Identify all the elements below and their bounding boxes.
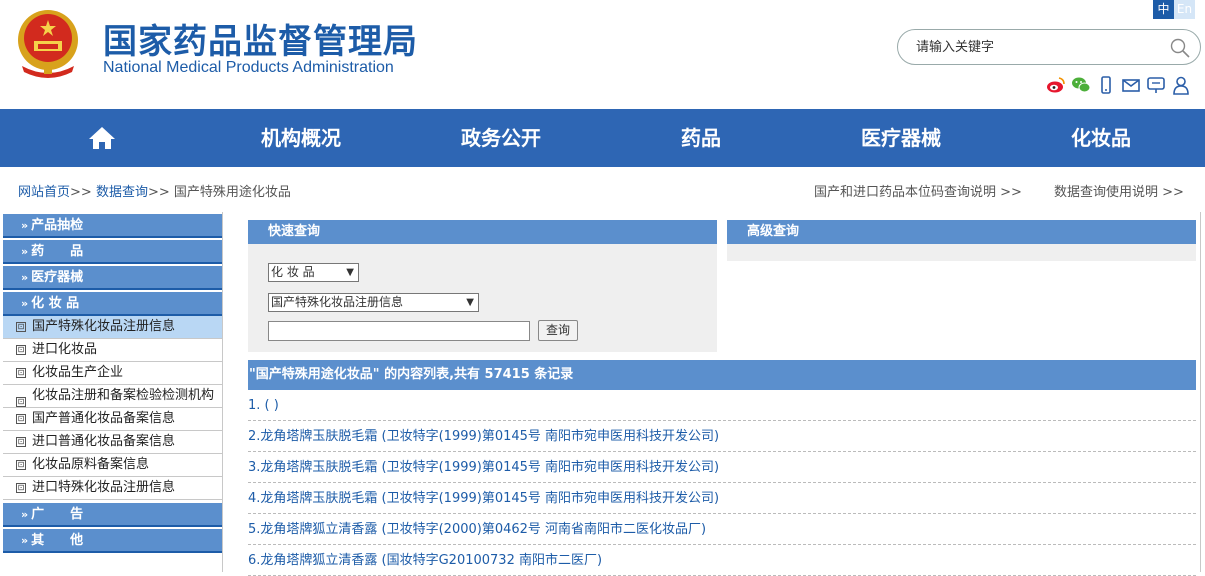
sidebar-item-label: 化妆品生产企业	[32, 365, 124, 380]
plus-box-icon: ⊡	[16, 345, 26, 355]
plus-box-icon: ⊡	[16, 368, 26, 378]
double-chevron-icon: »	[21, 219, 29, 232]
sidebar-cat-label: 医疗器械	[31, 270, 84, 285]
plus-box-icon: ⊡	[16, 483, 26, 493]
site-title-en: National Medical Products Administration	[103, 59, 394, 76]
plus-box-icon: ⊡	[16, 322, 26, 332]
sidebar-item-label: 国产普通化妆品备案信息	[32, 411, 176, 426]
advanced-query-panel	[727, 244, 1196, 261]
plus-box-icon: ⊡	[16, 397, 26, 407]
double-chevron-icon: »	[21, 245, 29, 258]
sidebar: » 产品抽检 » 药 品 » 医疗器械 » 化 妆 品 ⊡ 国产特殊化妆品注册信息 ⊡ 进口…	[3, 214, 222, 555]
double-chevron-icon: »	[21, 534, 29, 547]
database-select[interactable]: 国产特殊化妆品注册信息 ▼	[268, 293, 479, 312]
category-select-value: 化 妆 品	[271, 265, 315, 279]
usage-help-link[interactable]: 数据查询使用说明 >>	[1054, 181, 1184, 200]
sidebar-item-domestic-ordinary[interactable]: ⊡ 国产普通化妆品备案信息	[3, 408, 222, 431]
sidebar-cat-label: 产品抽检	[31, 218, 84, 233]
list-item[interactable]: 3.龙角塔牌玉肤脱毛霜 (卫妆特字(1999)第0145号 南阳市宛申医用科技开…	[248, 452, 1196, 483]
divider	[222, 212, 223, 572]
sidebar-item-label: 进口普通化妆品备案信息	[32, 434, 176, 449]
sidebar-cat-label: 化 妆 品	[31, 296, 80, 311]
national-emblem-icon	[18, 10, 78, 78]
list-item[interactable]: 5.龙角塔牌狐立清香露 (卫妆特字(2000)第0462号 河南省南阳市二医化妆…	[248, 514, 1196, 545]
sidebar-cat-label: 其 他	[31, 533, 84, 548]
breadcrumb-home[interactable]: 网站首页	[18, 185, 70, 200]
nav-item-cosmetics[interactable]: 化妆品	[1041, 109, 1161, 167]
chevron-down-icon: ▼	[346, 267, 354, 278]
list-item[interactable]: 2.龙角塔牌玉肤脱毛霜 (卫妆特字(1999)第0145号 南阳市宛申医用科技开…	[248, 421, 1196, 452]
quick-query-panel: 化 妆 品 ▼ 国产特殊化妆品注册信息 ▼ 查询	[248, 244, 717, 352]
breadcrumb-data-query[interactable]: 数据查询	[96, 185, 148, 200]
chat-icon[interactable]	[1146, 75, 1166, 95]
wechat-icon[interactable]	[1071, 75, 1091, 95]
home-icon[interactable]	[88, 126, 116, 150]
nav-item-drugs[interactable]: 药品	[641, 109, 761, 167]
site-title-cn: 国家药品监督管理局	[103, 22, 418, 62]
query-button[interactable]: 查询	[538, 320, 578, 341]
sidebar-item-label: 化妆品原料备案信息	[32, 457, 150, 472]
chevron-down-icon: ▼	[466, 297, 474, 308]
social-links	[1046, 75, 1191, 95]
category-select[interactable]: 化 妆 品 ▼	[268, 263, 359, 282]
lang-zh-button[interactable]: 中	[1153, 0, 1174, 19]
code-query-help-link[interactable]: 国产和进口药品本位码查询说明 >>	[814, 181, 1022, 200]
sidebar-cat-sampling[interactable]: » 产品抽检	[3, 214, 222, 238]
sidebar-item-imported-special[interactable]: ⊡ 进口特殊化妆品注册信息	[3, 477, 222, 500]
nav-item-gov-affairs[interactable]: 政务公开	[431, 109, 571, 167]
mobile-icon[interactable]	[1096, 75, 1116, 95]
site-header: 国家药品监督管理局 National Medical Products Admi…	[0, 0, 1205, 109]
sidebar-cat-ads[interactable]: » 广 告	[3, 503, 222, 527]
plus-box-icon: ⊡	[16, 414, 26, 424]
list-item[interactable]: 1. ( )	[248, 390, 1196, 421]
search-icon[interactable]	[1170, 38, 1190, 58]
breadcrumb-current: 国产特殊用途化妆品	[173, 185, 291, 200]
sidebar-item-label: 进口特殊化妆品注册信息	[32, 480, 176, 495]
query-input[interactable]	[268, 321, 530, 341]
breadcrumb-separator: >>	[147, 185, 170, 200]
lang-en-button[interactable]: En	[1174, 0, 1195, 19]
sidebar-cat-cosmetics[interactable]: » 化 妆 品	[3, 292, 222, 316]
list-item[interactable]: 4.龙角塔牌玉肤脱毛霜 (卫妆特字(1999)第0145号 南阳市宛申医用科技开…	[248, 483, 1196, 514]
divider	[1200, 212, 1201, 572]
database-select-value: 国产特殊化妆品注册信息	[271, 295, 404, 309]
double-chevron-icon: »	[21, 508, 29, 521]
breadcrumb: 网站首页>> 数据查询>> 国产特殊用途化妆品	[18, 181, 291, 200]
mail-icon[interactable]	[1121, 75, 1141, 95]
results-header: "国产特殊用途化妆品" 的内容列表,共有 57415 条记录	[248, 360, 1196, 390]
user-icon[interactable]	[1171, 75, 1191, 95]
list-item[interactable]: 6.龙角塔牌狐立清香露 (国妆特字G20100732 南阳市二医厂)	[248, 545, 1196, 576]
nav-item-devices[interactable]: 医疗器械	[831, 109, 971, 167]
plus-box-icon: ⊡	[16, 437, 26, 447]
advanced-query-title[interactable]: 高级查询	[727, 220, 1196, 244]
sidebar-cat-devices[interactable]: » 医疗器械	[3, 266, 222, 290]
quick-query-title: 快速查询	[248, 220, 717, 244]
results-list: 1. ( ) 2.龙角塔牌玉肤脱毛霜 (卫妆特字(1999)第0145号 南阳市…	[248, 390, 1196, 576]
language-switch: 中 En	[1153, 0, 1195, 19]
sidebar-item-testing-orgs[interactable]: ⊡ 化妆品注册和备案检验检测机构	[3, 385, 222, 408]
sidebar-cat-label: 药 品	[31, 244, 84, 259]
nav-item-org[interactable]: 机构概况	[231, 109, 371, 167]
plus-box-icon: ⊡	[16, 460, 26, 470]
double-chevron-icon: »	[21, 297, 29, 310]
sidebar-cat-drugs[interactable]: » 药 品	[3, 240, 222, 264]
sidebar-item-label: 国产特殊化妆品注册信息	[32, 319, 176, 334]
sidebar-cat-other[interactable]: » 其 他	[3, 529, 222, 553]
sidebar-item-label: 进口化妆品	[32, 342, 98, 357]
sidebar-item-domestic-special[interactable]: ⊡ 国产特殊化妆品注册信息	[3, 316, 222, 339]
double-chevron-icon: »	[21, 271, 29, 284]
sidebar-item-imported[interactable]: ⊡ 进口化妆品	[3, 339, 222, 362]
sidebar-item-raw-materials[interactable]: ⊡ 化妆品原料备案信息	[3, 454, 222, 477]
search-box	[897, 29, 1201, 65]
breadcrumb-separator: >>	[70, 185, 92, 200]
sidebar-item-label: 化妆品注册和备案检验检测机构	[32, 388, 215, 403]
sidebar-item-imported-ordinary[interactable]: ⊡ 进口普通化妆品备案信息	[3, 431, 222, 454]
sidebar-item-manufacturers[interactable]: ⊡ 化妆品生产企业	[3, 362, 222, 385]
main-nav: 机构概况 政务公开 药品 医疗器械 化妆品	[0, 109, 1205, 167]
weibo-icon[interactable]	[1046, 75, 1066, 95]
sidebar-cat-label: 广 告	[31, 507, 84, 522]
search-input[interactable]	[916, 37, 1156, 57]
